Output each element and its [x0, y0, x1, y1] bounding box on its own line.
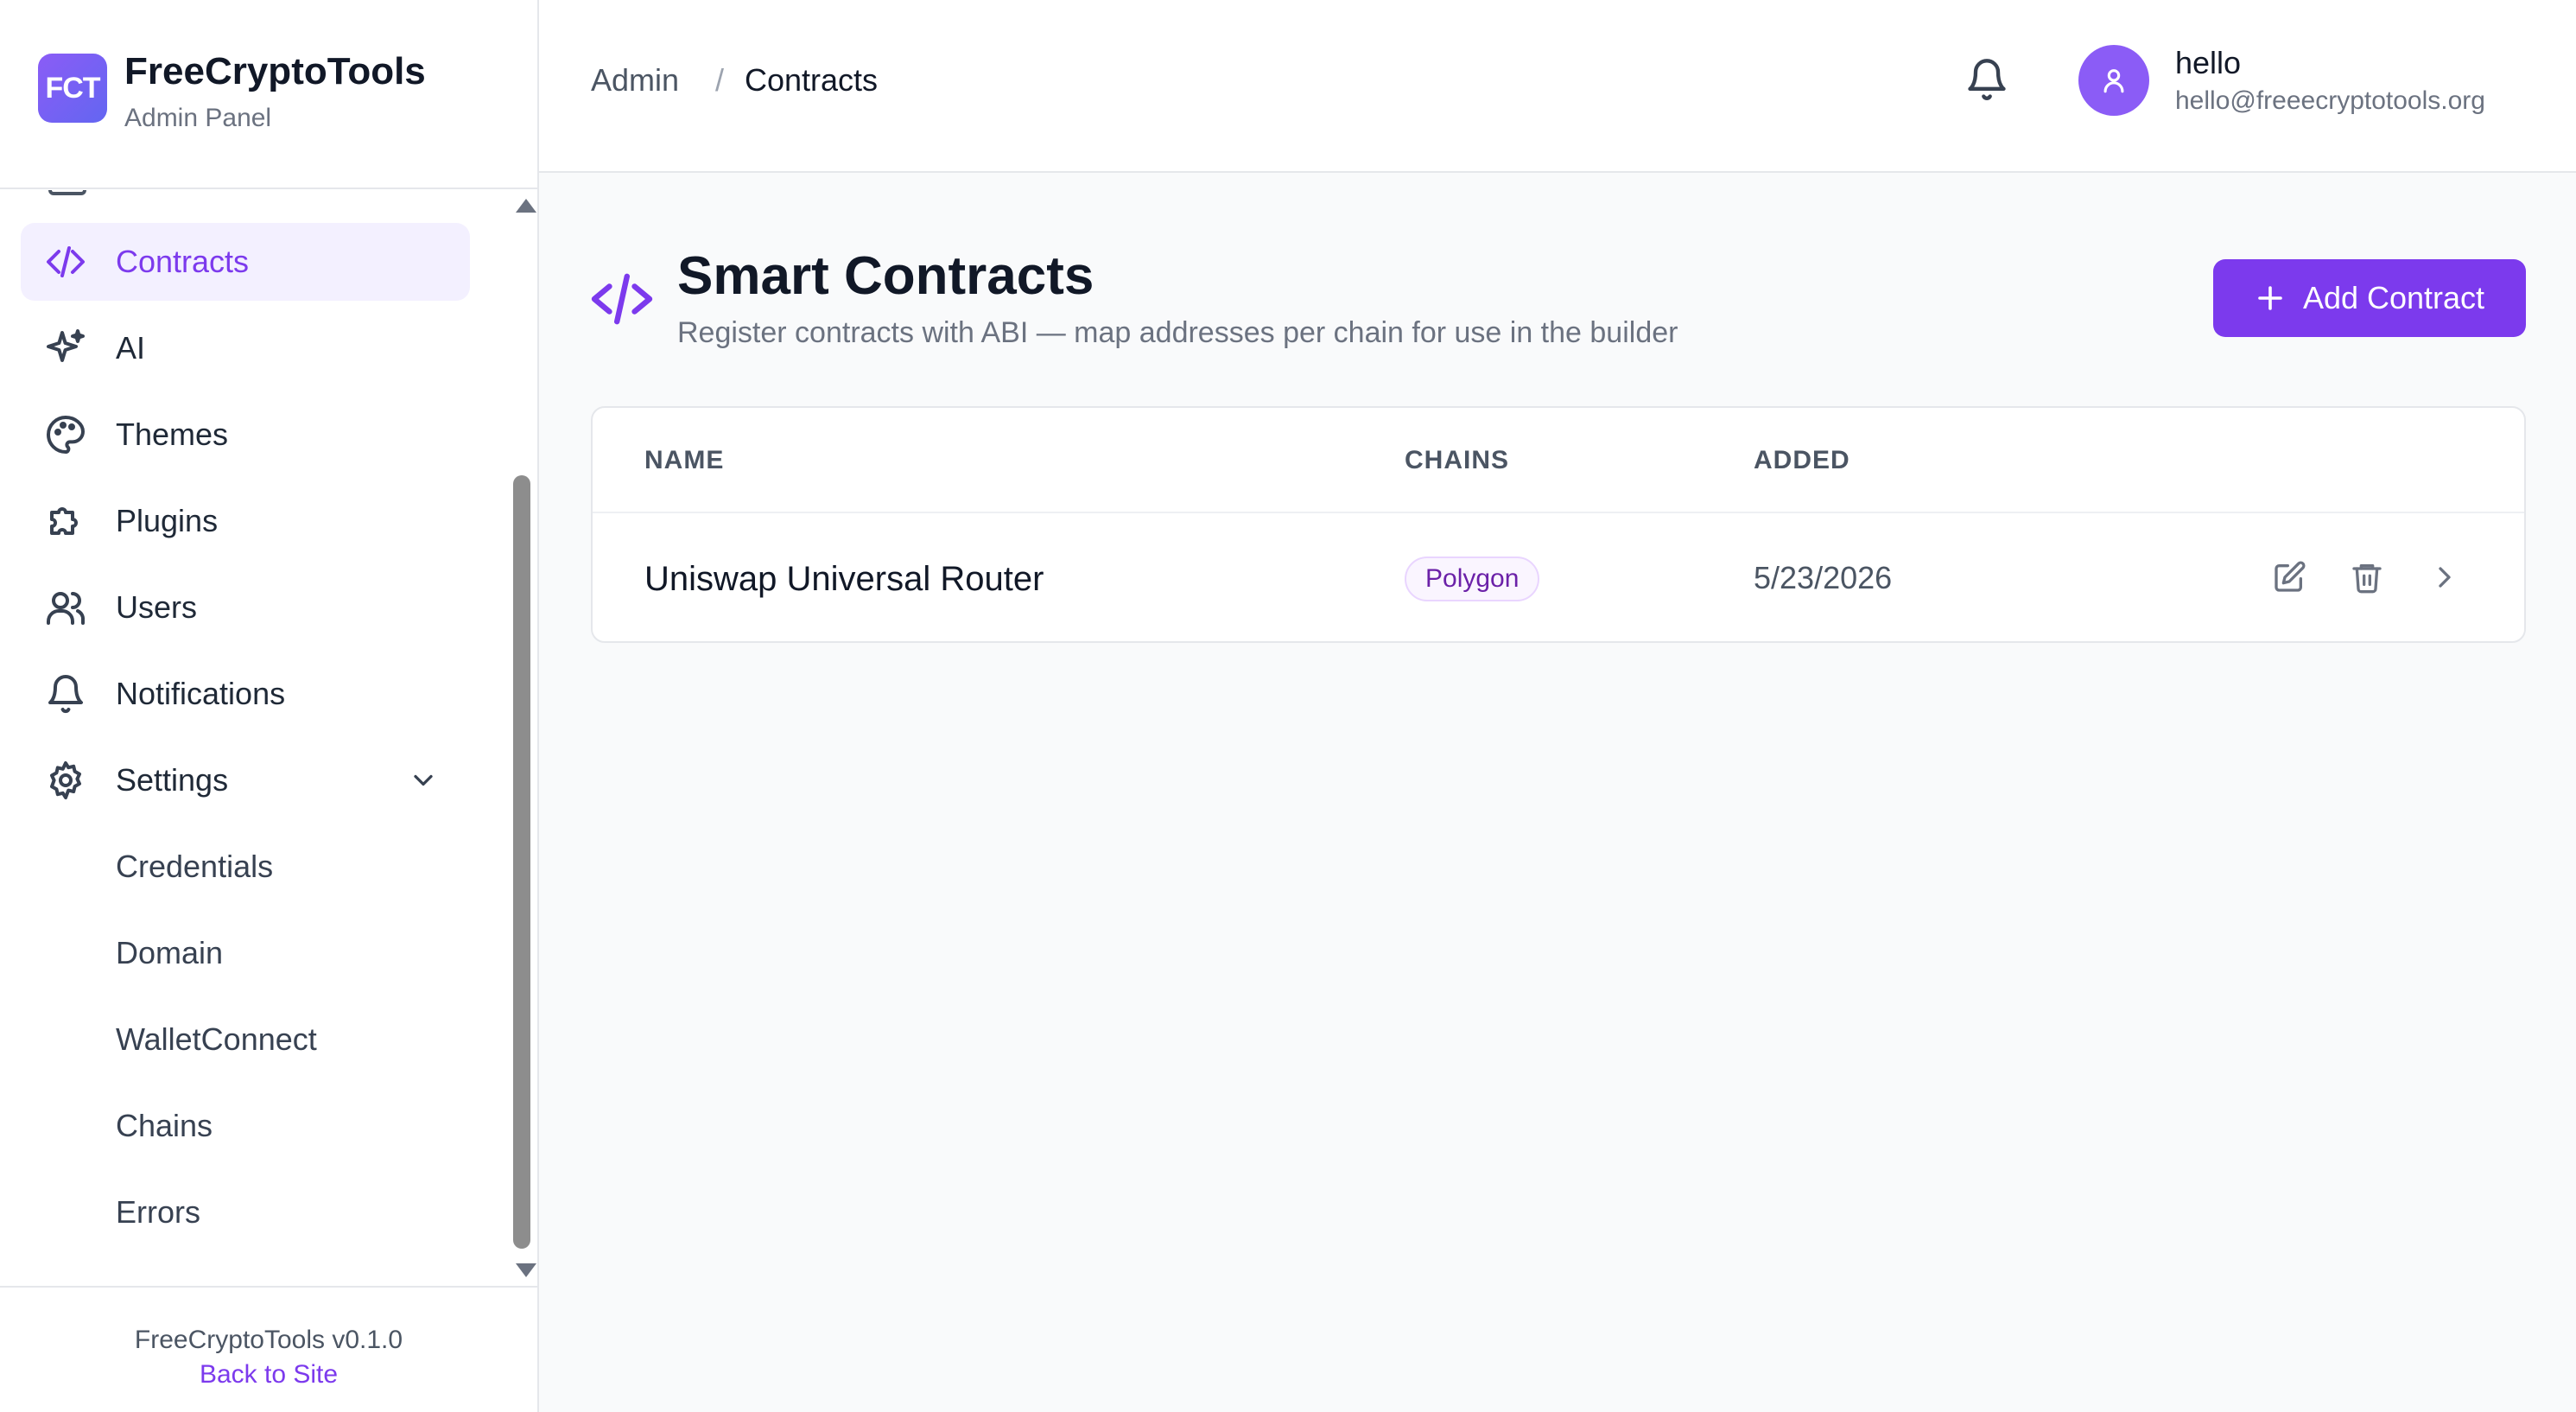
chain-badge: Polygon	[1405, 557, 1540, 601]
sidebar-scrollbar[interactable]	[510, 190, 537, 1286]
sidebar-subitem-credentials[interactable]: Credentials	[116, 828, 273, 906]
edit-icon[interactable]	[2272, 560, 2306, 595]
palette-icon	[47, 416, 85, 454]
sidebar-item-label: Notifications	[116, 676, 286, 711]
sidebar-subitem-walletconnect[interactable]: WalletConnect	[116, 1001, 317, 1078]
sidebar-item-plugins[interactable]: Plugins	[21, 482, 470, 560]
page-title: Smart Contracts	[677, 246, 1094, 306]
notifications-bell-icon[interactable]	[1964, 57, 2009, 102]
gear-icon	[50, 761, 81, 799]
sidebar-item-label: Plugins	[116, 503, 219, 538]
back-to-site-link[interactable]: Back to Site	[0, 1360, 537, 1390]
trash-icon[interactable]	[2350, 560, 2384, 595]
bell-icon	[48, 675, 83, 714]
chevron-right-icon[interactable]	[2427, 560, 2462, 595]
sidebar-item-label: Settings	[116, 762, 229, 798]
sidebar-item-label: Contracts	[116, 244, 250, 279]
brand-name: FreeCryptoTools	[124, 50, 426, 92]
table-row[interactable]: Uniswap Universal Router Polygon 5/23/20…	[593, 515, 2524, 641]
user-icon	[2103, 69, 2124, 93]
code-icon	[591, 273, 653, 325]
sidebar-item-settings[interactable]: Settings	[21, 741, 470, 819]
brand-logo[interactable]: FCT	[38, 54, 107, 123]
brand-subtitle: Admin Panel	[124, 104, 272, 132]
sidebar-item-users[interactable]: Users	[21, 569, 470, 646]
breadcrumb-separator: /	[715, 62, 725, 98]
chevron-down-icon[interactable]	[408, 765, 439, 796]
sidebar-item-notifications[interactable]: Notifications	[21, 655, 470, 733]
sidebar-subitem-errors[interactable]: Errors	[116, 1173, 200, 1251]
scroll-down-arrow[interactable]	[516, 1263, 536, 1277]
plus-icon	[2258, 286, 2282, 310]
column-header-added[interactable]: ADDED	[1754, 446, 1850, 475]
sparkles-icon	[47, 329, 85, 362]
sidebar-item-label: Users	[116, 589, 198, 625]
breadcrumb-current: Contracts	[745, 62, 879, 98]
contract-name: Uniswap Universal Router	[644, 560, 1044, 598]
contracts-table: NAME CHAINS ADDED Uniswap Universal Rout…	[591, 406, 2526, 643]
contract-added-date: 5/23/2026	[1754, 560, 1893, 595]
users-icon	[47, 592, 85, 625]
scroll-thumb[interactable]	[513, 475, 530, 1249]
user-avatar[interactable]	[2078, 45, 2149, 116]
sidebar-nav: Contracts AI Themes Plugins Users Notifi…	[0, 190, 510, 1286]
sidebar-item-contracts[interactable]: Contracts	[21, 223, 470, 301]
user-name: hello	[2175, 45, 2242, 80]
partially-hidden-icon	[48, 190, 86, 195]
sidebar-item-label: Themes	[116, 417, 229, 452]
breadcrumb-admin[interactable]: Admin	[591, 62, 679, 99]
sidebar-item-label: AI	[116, 330, 146, 366]
table-header: NAME CHAINS ADDED	[593, 408, 2524, 513]
add-contract-label: Add Contract	[2302, 280, 2485, 315]
column-header-name[interactable]: NAME	[644, 446, 724, 475]
sidebar-footer: FreeCryptoTools v0.1.0 Back to Site	[0, 1286, 537, 1412]
top-header: Admin / Contracts hello hello@freeecrypt…	[539, 0, 2576, 173]
column-header-chains[interactable]: CHAINS	[1405, 446, 1509, 475]
sidebar-item-ai[interactable]: AI	[21, 309, 470, 387]
code-icon	[47, 246, 85, 277]
page-subtitle: Register contracts with ABI — map addres…	[677, 316, 1678, 349]
app-version: FreeCryptoTools v0.1.0	[134, 1326, 403, 1354]
sidebar-item-themes[interactable]: Themes	[21, 396, 470, 474]
sidebar-subitem-chains[interactable]: Chains	[116, 1087, 213, 1165]
sidebar-subitem-domain[interactable]: Domain	[116, 914, 223, 992]
sidebar: FCT FreeCryptoTools Admin Panel Contract…	[0, 0, 539, 1412]
add-contract-button[interactable]: Add Contract	[2213, 259, 2526, 337]
scroll-up-arrow[interactable]	[516, 199, 536, 213]
user-email: hello@freeecryptotools.org	[2175, 86, 2485, 115]
brand-header: FCT FreeCryptoTools Admin Panel	[0, 0, 537, 189]
puzzle-icon	[50, 507, 78, 535]
